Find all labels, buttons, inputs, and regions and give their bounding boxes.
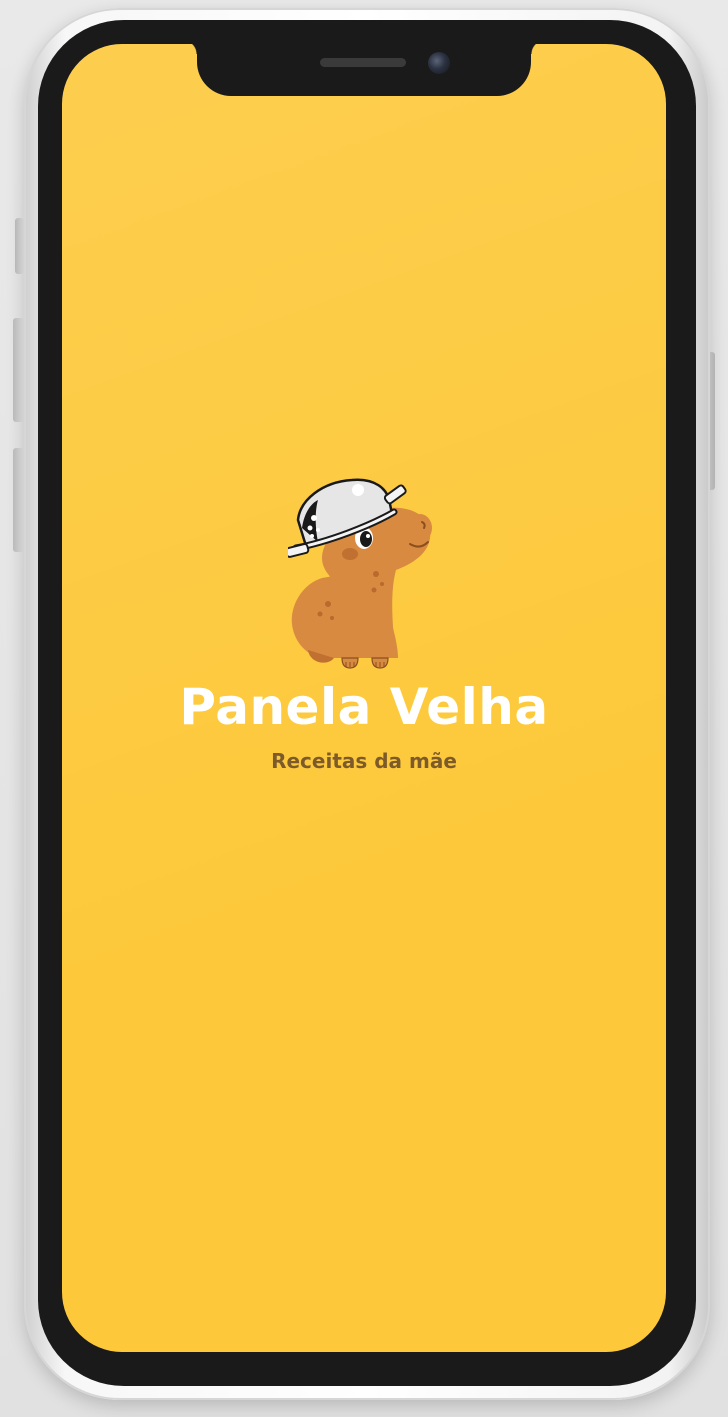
earpiece-speaker [320,58,406,67]
notch [197,40,531,96]
capybara-with-pot-icon [288,478,432,669]
device-mockup: Panela Velha Receitas da mãe [0,0,728,1417]
app-subtitle: Receitas da mãe [271,749,457,773]
notch-corner-left [183,40,197,54]
silent-switch [15,218,24,274]
notch-corner-right [531,40,545,54]
front-camera [428,52,450,74]
volume-down-button [13,448,24,552]
app-title: Panela Velha [179,678,549,736]
volume-up-button [13,318,24,422]
